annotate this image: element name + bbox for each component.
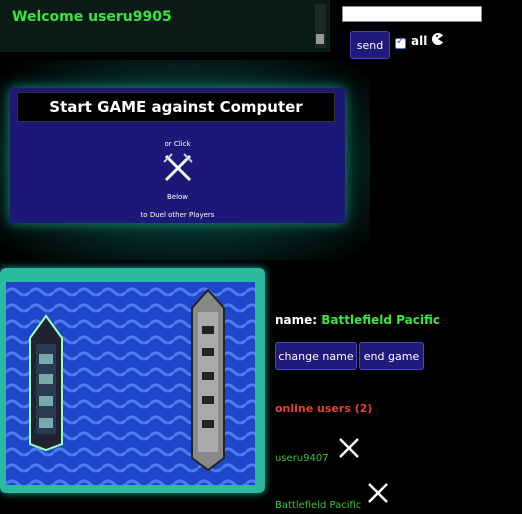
game-board-water[interactable] xyxy=(6,282,255,485)
duel-x-icon[interactable] xyxy=(338,437,360,459)
chat-scrollbar[interactable] xyxy=(315,4,326,48)
scrollbar-thumb[interactable] xyxy=(316,34,324,44)
duel-text: to Duel other Players xyxy=(140,211,215,219)
change-name-button[interactable]: change name xyxy=(275,342,357,370)
all-label: all xyxy=(411,34,428,48)
end-game-button[interactable]: end game xyxy=(359,342,424,370)
below-text: Below xyxy=(166,193,189,201)
swords-icon[interactable] xyxy=(162,152,194,184)
online-users-title: online users (2) xyxy=(275,402,373,415)
send-button[interactable]: send xyxy=(350,31,390,59)
name-row: name: Battlefield Pacific xyxy=(275,313,440,327)
ship-icon[interactable] xyxy=(190,288,226,472)
all-checkbox[interactable] xyxy=(395,36,406,49)
duel-x-icon[interactable] xyxy=(367,482,389,504)
or-click-text: or Click xyxy=(164,140,191,148)
message-input[interactable] xyxy=(342,6,482,22)
online-user: Battlefield Pacific xyxy=(275,500,362,511)
player-name: Battlefield Pacific xyxy=(321,313,440,327)
online-user: useru9407 xyxy=(275,453,329,464)
ship-icon[interactable] xyxy=(26,314,66,452)
name-label: name: xyxy=(275,313,318,327)
welcome-text: Welcome useru9905 xyxy=(12,9,172,25)
chat-box: Welcome useru9905 xyxy=(0,0,330,52)
start-game-button[interactable]: Start GAME against Computer xyxy=(17,92,335,122)
emoji-icon[interactable] xyxy=(430,32,446,46)
